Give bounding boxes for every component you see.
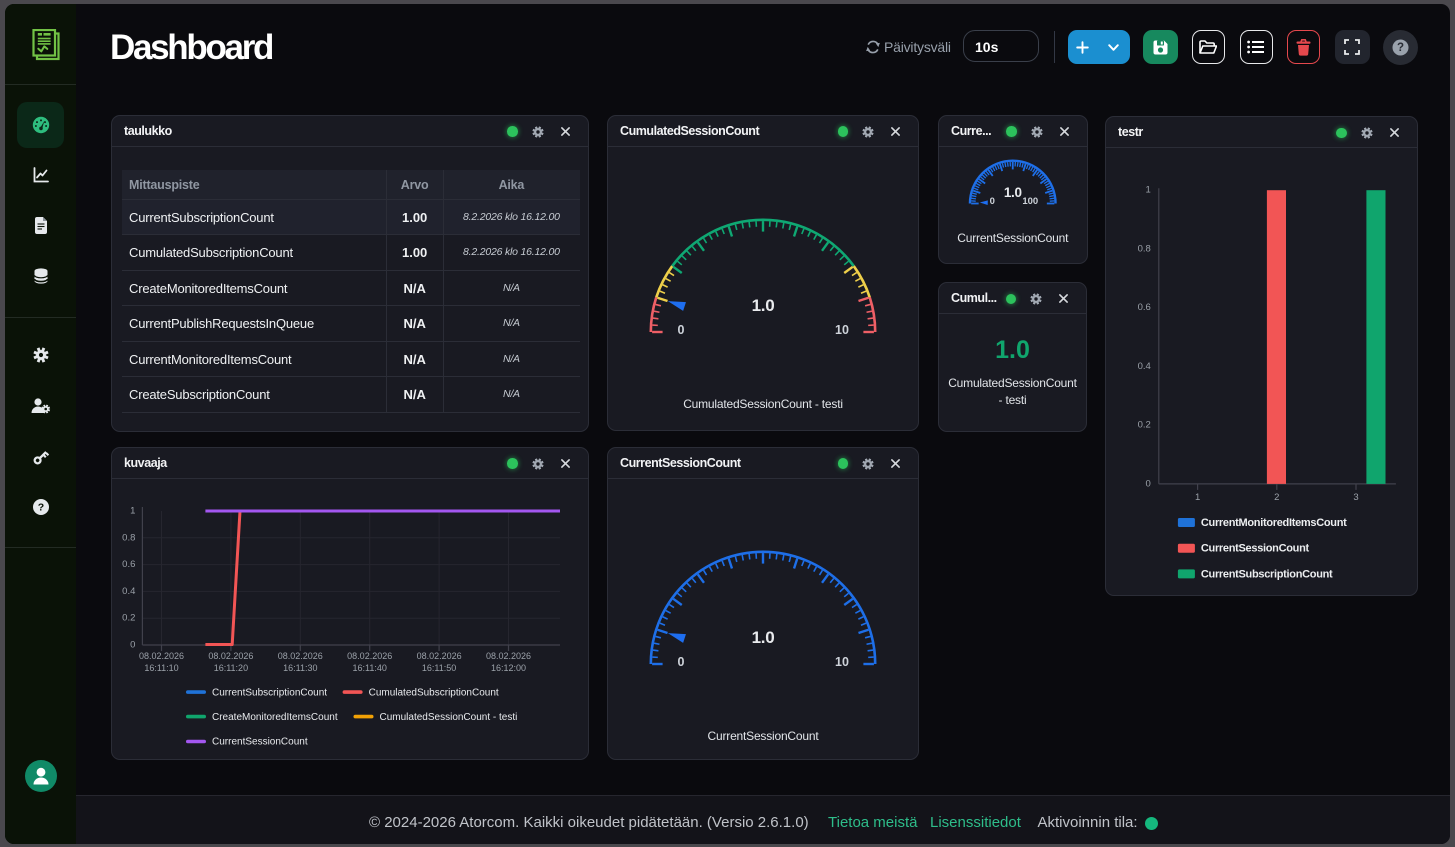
- svg-text:0: 0: [678, 655, 685, 669]
- svg-text:CurrentSessionCount: CurrentSessionCount: [212, 736, 308, 747]
- svg-text:0: 0: [1146, 478, 1151, 489]
- svg-text:1.0: 1.0: [752, 296, 775, 315]
- svg-text:CurrentSessionCount: CurrentSessionCount: [1201, 543, 1310, 555]
- svg-text:0: 0: [130, 639, 135, 650]
- svg-text:0.6: 0.6: [122, 559, 135, 570]
- svg-text:08.02.2026: 08.02.2026: [417, 651, 462, 661]
- svg-text:08.02.2026: 08.02.2026: [347, 651, 392, 661]
- svg-text:CurrentSubscriptionCount: CurrentSubscriptionCount: [1201, 568, 1333, 580]
- svg-text:08.02.2026: 08.02.2026: [208, 651, 253, 661]
- svg-text:2: 2: [1274, 492, 1279, 503]
- svg-text:3: 3: [1353, 492, 1358, 503]
- svg-text:0.8: 0.8: [1138, 243, 1151, 254]
- svg-text:CumulatedSubscriptionCount: CumulatedSubscriptionCount: [369, 687, 499, 698]
- svg-text:1: 1: [130, 505, 135, 516]
- svg-text:16:11:30: 16:11:30: [283, 663, 317, 673]
- svg-text:16:12:00: 16:12:00: [491, 663, 526, 673]
- svg-text:1: 1: [1146, 185, 1151, 196]
- svg-text:0.4: 0.4: [122, 586, 135, 597]
- svg-text:1: 1: [1195, 492, 1200, 503]
- svg-text:16:11:50: 16:11:50: [422, 663, 456, 673]
- svg-text:16:11:20: 16:11:20: [214, 663, 248, 673]
- svg-text:1.0: 1.0: [1004, 185, 1022, 200]
- svg-text:08.02.2026: 08.02.2026: [139, 651, 184, 661]
- svg-text:08.02.2026: 08.02.2026: [278, 651, 323, 661]
- svg-text:08.02.2026: 08.02.2026: [486, 651, 531, 661]
- svg-text:CurrentMonitoredItemsCount: CurrentMonitoredItemsCount: [1201, 517, 1347, 529]
- svg-text:1.0: 1.0: [752, 628, 775, 647]
- svg-text:10: 10: [835, 323, 849, 337]
- svg-text:0.2: 0.2: [122, 612, 135, 623]
- svg-text:0.6: 0.6: [1138, 302, 1151, 313]
- svg-text:0: 0: [990, 196, 995, 207]
- svg-text:CurrentSubscriptionCount: CurrentSubscriptionCount: [212, 687, 327, 698]
- svg-text:0: 0: [678, 323, 685, 337]
- svg-text:10: 10: [835, 655, 849, 669]
- svg-text:16:11:40: 16:11:40: [353, 663, 387, 673]
- svg-text:?: ?: [1397, 42, 1404, 54]
- svg-text:?: ?: [38, 502, 44, 514]
- svg-text:0.4: 0.4: [1138, 361, 1151, 372]
- svg-text:0.8: 0.8: [122, 532, 135, 543]
- svg-text:100: 100: [1022, 196, 1038, 207]
- svg-text:0.2: 0.2: [1138, 420, 1151, 431]
- svg-text:CumulatedSessionCount - testi: CumulatedSessionCount - testi: [380, 711, 518, 722]
- svg-text:16:11:10: 16:11:10: [144, 663, 178, 673]
- svg-text:CreateMonitoredItemsCount: CreateMonitoredItemsCount: [212, 711, 338, 722]
